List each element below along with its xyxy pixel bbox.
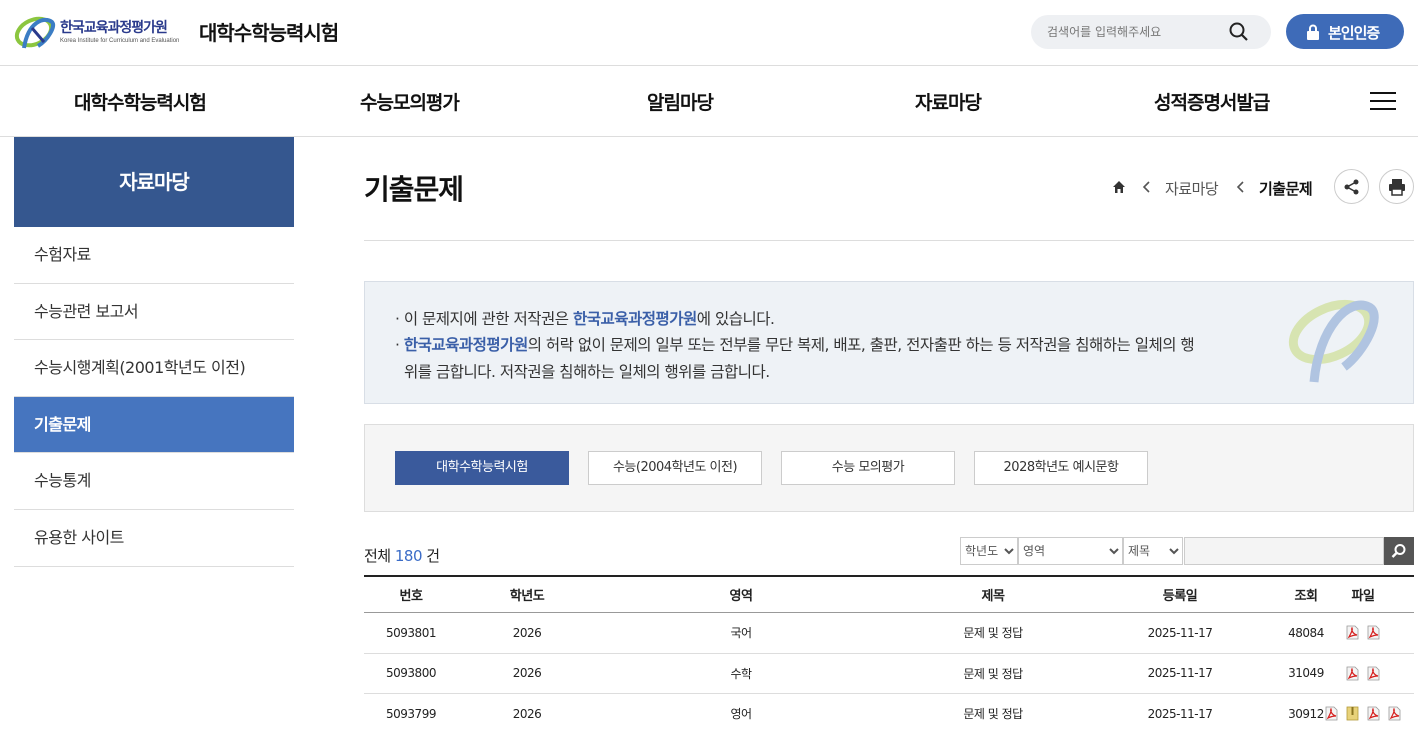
home-icon[interactable] bbox=[1112, 180, 1126, 194]
print-icon bbox=[1389, 179, 1405, 196]
row-files bbox=[1312, 694, 1414, 730]
tab-csat[interactable]: 대학수학능력시험 bbox=[395, 451, 569, 485]
share-icon bbox=[1344, 179, 1359, 195]
row-title[interactable]: 문제 및 정답 bbox=[886, 654, 1100, 694]
sidebar-menu: 수험자료 수능관련 보고서 수능시행계획(2001학년도 이전) 기출문제 수능… bbox=[14, 227, 294, 567]
pdf-file-icon[interactable] bbox=[1345, 666, 1360, 681]
row-title[interactable]: 문제 및 정답 bbox=[886, 613, 1100, 653]
row-area: 영어 bbox=[730, 707, 752, 722]
exam-table: 번호 학년도 영역 제목 등록일 조회 파일 5093801 2026 국어 문제 및… bbox=[364, 575, 1414, 730]
row-title[interactable]: 문제 및 정답 bbox=[886, 694, 1100, 730]
search-input[interactable] bbox=[1047, 22, 1227, 42]
nav-item-csat[interactable]: 대학수학능력시험 bbox=[74, 88, 207, 115]
sidebar-title: 자료마당 bbox=[14, 137, 294, 227]
kice-watermark-icon bbox=[1288, 299, 1379, 383]
identity-verify-label: 본인인증 bbox=[1328, 24, 1380, 42]
tab-2028-sample[interactable]: 2028학년도 예시문항 bbox=[974, 451, 1148, 485]
row-year: 2026 bbox=[512, 666, 542, 681]
sidebar-item-exam-materials[interactable]: 수험자료 bbox=[14, 227, 294, 284]
row-year: 2026 bbox=[512, 706, 542, 721]
logo-subtext: Korea Institute for Curriculum and Evalu… bbox=[60, 38, 180, 44]
zip-file-icon[interactable] bbox=[1345, 706, 1360, 721]
row-date: 2025-11-17 bbox=[1147, 625, 1213, 640]
logo-text[interactable]: 한국교육과정평가원 bbox=[60, 17, 168, 37]
notice-line-1: · 이 문제지에 관한 저작권은 한국교육과정평가원에 있습니다. bbox=[395, 310, 775, 328]
sidebar-item-statistics[interactable]: 수능통계 bbox=[14, 453, 294, 510]
row-date: 2025-11-17 bbox=[1147, 666, 1213, 681]
row-year: 2026 bbox=[512, 625, 542, 640]
year-select[interactable]: 학년도 bbox=[960, 537, 1018, 565]
site-header: 한국교육과정평가원 Korea Institute for Curriculum… bbox=[0, 0, 1418, 66]
main-navigation: 대학수학능력시험 수능모의평가 알림마당 자료마당 성적증명서발급 bbox=[0, 66, 1418, 137]
search-field-select[interactable]: 제목 bbox=[1123, 537, 1183, 565]
row-number: 5093801 bbox=[386, 625, 436, 640]
search-box bbox=[1031, 15, 1271, 49]
notice-line-2: · 한국교육과정평가원의 허락 없이 문제의 일부 또는 전부를 무단 복제, … bbox=[395, 336, 1195, 354]
pdf-file-icon[interactable] bbox=[1366, 666, 1381, 681]
title-divider bbox=[364, 240, 1414, 241]
page-title: 기출문제 bbox=[364, 173, 464, 206]
lock-icon bbox=[1307, 24, 1319, 40]
notice-line-3: 위를 금합니다. 저작권을 침해하는 일체의 행위를 금합니다. bbox=[404, 363, 770, 381]
row-area: 국어 bbox=[730, 626, 752, 641]
chevron-left-icon bbox=[1142, 181, 1150, 193]
row-number: 5093800 bbox=[386, 666, 436, 681]
exam-category-tabs: 대학수학능력시험 수능(2004학년도 이전) 수능 모의평가 2028학년도 … bbox=[364, 424, 1414, 512]
breadcrumb-current: 기출문제 bbox=[1259, 180, 1313, 198]
hamburger-menu-icon[interactable] bbox=[1370, 91, 1396, 111]
table-row[interactable]: 5093801 2026 국어 문제 및 정답 2025-11-17 48084 bbox=[364, 613, 1414, 654]
sidebar-item-useful-sites[interactable]: 유용한 사이트 bbox=[14, 510, 294, 567]
row-date: 2025-11-17 bbox=[1147, 706, 1213, 721]
list-search-input[interactable] bbox=[1184, 537, 1384, 565]
sidebar-item-reports[interactable]: 수능관련 보고서 bbox=[14, 284, 294, 341]
site-title[interactable]: 대학수학능력시험 bbox=[199, 17, 339, 46]
table-row[interactable]: 5093799 2026 영어 문제 및 정답 2025-11-17 30912 bbox=[364, 694, 1414, 730]
column-header: 영역 bbox=[729, 589, 753, 604]
tab-csat-before-2004[interactable]: 수능(2004학년도 이전) bbox=[588, 451, 762, 485]
column-header: 제목 bbox=[981, 589, 1005, 604]
column-header: 파일 bbox=[1351, 589, 1375, 604]
area-select[interactable]: 영역 bbox=[1018, 537, 1123, 565]
table-row[interactable]: 5093800 2026 수학 문제 및 정답 2025-11-17 31049 bbox=[364, 654, 1414, 694]
print-button[interactable] bbox=[1379, 169, 1414, 204]
search-icon bbox=[1391, 544, 1406, 558]
total-count: 전체 180 건 bbox=[364, 547, 440, 565]
tab-mock-exam[interactable]: 수능 모의평가 bbox=[781, 451, 955, 485]
table-body: 5093801 2026 국어 문제 및 정답 2025-11-17 48084 50938… bbox=[364, 613, 1414, 730]
search-icon[interactable] bbox=[1227, 20, 1251, 44]
nav-item-notice[interactable]: 알림마당 bbox=[647, 88, 714, 115]
row-files bbox=[1312, 613, 1414, 653]
row-area: 수학 bbox=[730, 666, 752, 681]
pdf-file-icon[interactable] bbox=[1324, 706, 1339, 721]
breadcrumb-item[interactable]: 자료마당 bbox=[1165, 178, 1219, 199]
table-header: 번호 학년도 영역 제목 등록일 조회 파일 bbox=[364, 577, 1414, 613]
pdf-file-icon[interactable] bbox=[1345, 625, 1360, 640]
row-number: 5093799 bbox=[386, 706, 436, 721]
chevron-left-icon bbox=[1236, 181, 1244, 193]
pdf-file-icon[interactable] bbox=[1366, 706, 1381, 721]
column-header: 등록일 bbox=[1162, 589, 1198, 604]
column-header: 번호 bbox=[399, 589, 423, 604]
sidebar-item-plan[interactable]: 수능시행계획(2001학년도 이전) bbox=[14, 340, 294, 397]
sidebar-item-past-exams[interactable]: 기출문제 bbox=[14, 396, 294, 454]
share-button[interactable] bbox=[1334, 169, 1369, 204]
nav-item-certificate[interactable]: 성적증명서발급 bbox=[1154, 88, 1270, 115]
pdf-file-icon[interactable] bbox=[1366, 625, 1381, 640]
column-header: 학년도 bbox=[509, 589, 545, 604]
list-search-button[interactable] bbox=[1384, 537, 1414, 565]
row-files bbox=[1312, 654, 1414, 694]
pdf-file-icon[interactable] bbox=[1387, 706, 1402, 721]
identity-verify-button[interactable]: 본인인증 bbox=[1286, 14, 1404, 49]
nav-item-mock-exam[interactable]: 수능모의평가 bbox=[360, 88, 460, 115]
kice-logo-icon[interactable] bbox=[14, 12, 58, 52]
copyright-notice: · 이 문제지에 관한 저작권은 한국교육과정평가원에 있습니다. · 한국교육… bbox=[364, 281, 1414, 404]
nav-item-resources[interactable]: 자료마당 bbox=[915, 88, 982, 115]
